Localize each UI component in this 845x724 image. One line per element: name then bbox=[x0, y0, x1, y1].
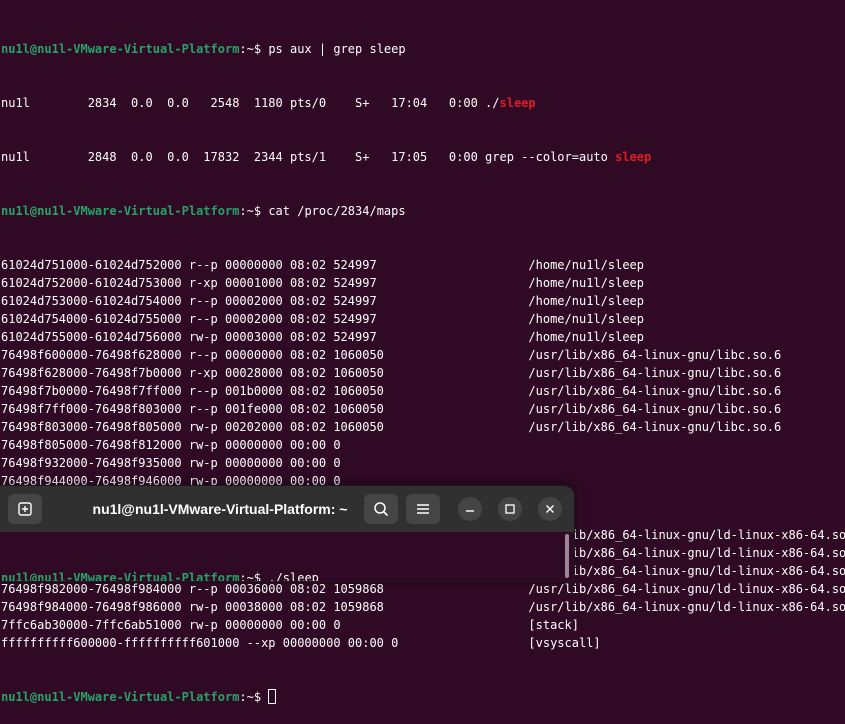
grep-match: sleep bbox=[615, 150, 652, 164]
maximize-icon bbox=[505, 504, 515, 514]
prompt-user: nu1l@nu1l-VMware-Virtual-Platform bbox=[1, 690, 240, 704]
new-tab-icon bbox=[17, 501, 33, 517]
title-bar[interactable]: nu1l@nu1l-VMware-Virtual-Platform: ~ bbox=[0, 486, 574, 532]
main-terminal-output[interactable]: nu1l@nu1l-VMware-Virtual-Platform:~$ ps … bbox=[1, 4, 845, 724]
ps-line-text: nu1l 2848 0.0 0.0 17832 2344 pts/1 S+ 17… bbox=[1, 150, 616, 164]
maximize-button[interactable] bbox=[498, 497, 522, 521]
maps-line: 76498f628000-76498f7b0000 r-xp 00028000 … bbox=[1, 366, 782, 380]
maps-line: 76498f7b0000-76498f7ff000 r--p 001b0000 … bbox=[1, 384, 782, 398]
maps-line: 61024d751000-61024d752000 r--p 00000000 … bbox=[1, 258, 644, 272]
maps-line: 76498f984000-76498f986000 rw-p 00038000 … bbox=[1, 600, 845, 614]
ps-line-text: nu1l 2834 0.0 0.0 2548 1180 pts/0 S+ 17:… bbox=[1, 96, 500, 110]
maps-line: 76498f803000-76498f805000 rw-p 00202000 … bbox=[1, 420, 782, 434]
prompt-path: :~$ bbox=[239, 204, 269, 218]
close-icon bbox=[545, 504, 555, 514]
command-text: ps aux | grep sleep bbox=[268, 42, 406, 56]
menu-button[interactable] bbox=[406, 494, 440, 524]
maps-line: 76498f600000-76498f628000 r--p 00000000 … bbox=[1, 348, 782, 362]
close-button[interactable] bbox=[538, 497, 562, 521]
prompt-line: nu1l@nu1l-VMware-Virtual-Platform:~$ bbox=[1, 688, 845, 706]
command-text: cat /proc/2834/maps bbox=[268, 204, 406, 218]
window-title: nu1l@nu1l-VMware-Virtual-Platform: ~ bbox=[92, 501, 348, 517]
maps-line: 61024d752000-61024d753000 r-xp 00001000 … bbox=[1, 276, 644, 290]
ps-output-line: nu1l 2834 0.0 0.0 2548 1180 pts/0 S+ 17:… bbox=[1, 94, 845, 112]
scrollbar[interactable] bbox=[565, 534, 569, 578]
maps-line: 7ffc6ab30000-7ffc6ab51000 rw-p 00000000 … bbox=[1, 618, 579, 632]
maps-line: 76498f7ff000-76498f803000 r--p 001fe000 … bbox=[1, 402, 782, 416]
maps-line: 76498f982000-76498f984000 r--p 00036000 … bbox=[1, 582, 845, 596]
prompt-path: :~$ bbox=[239, 690, 269, 704]
second-terminal-window[interactable]: nu1l@nu1l-VMware-Virtual-Platform: ~ nu1… bbox=[0, 486, 574, 581]
ps-output-line: nu1l 2848 0.0 0.0 17832 2344 pts/1 S+ 17… bbox=[1, 148, 845, 166]
maps-line: 61024d754000-61024d755000 r--p 00002000 … bbox=[1, 312, 644, 326]
minimize-button[interactable] bbox=[458, 497, 482, 521]
prompt-user: nu1l@nu1l-VMware-Virtual-Platform bbox=[1, 42, 240, 56]
command-text: ./sleep bbox=[268, 571, 319, 581]
maps-line: 76498f932000-76498f935000 rw-p 00000000 … bbox=[1, 456, 341, 470]
minimize-icon bbox=[465, 504, 475, 514]
text-cursor bbox=[268, 689, 277, 704]
search-icon bbox=[373, 501, 389, 517]
maps-line: 76498f805000-76498f812000 rw-p 00000000 … bbox=[1, 438, 341, 452]
prompt-path: :~$ bbox=[239, 571, 269, 581]
search-button[interactable] bbox=[364, 494, 398, 524]
second-terminal-output[interactable]: nu1l@nu1l-VMware-Virtual-Platform:~$ ./s… bbox=[1, 533, 561, 581]
grep-match: sleep bbox=[499, 96, 536, 110]
prompt-line: nu1l@nu1l-VMware-Virtual-Platform:~$ ./s… bbox=[1, 569, 561, 581]
new-tab-button[interactable] bbox=[8, 494, 42, 524]
prompt-user: nu1l@nu1l-VMware-Virtual-Platform bbox=[1, 571, 240, 581]
maps-line: 61024d755000-61024d756000 rw-p 00003000 … bbox=[1, 330, 644, 344]
prompt-line: nu1l@nu1l-VMware-Virtual-Platform:~$ cat… bbox=[1, 202, 845, 220]
hamburger-menu-icon bbox=[416, 503, 430, 515]
prompt-path: :~$ bbox=[239, 42, 269, 56]
maps-line: ffffffffff600000-ffffffffff601000 --xp 0… bbox=[1, 636, 601, 650]
prompt-user: nu1l@nu1l-VMware-Virtual-Platform bbox=[1, 204, 240, 218]
maps-line: 61024d753000-61024d754000 r--p 00002000 … bbox=[1, 294, 644, 308]
maps-output: 61024d751000-61024d752000 r--p 00000000 … bbox=[1, 256, 845, 652]
prompt-line: nu1l@nu1l-VMware-Virtual-Platform:~$ ps … bbox=[1, 40, 845, 58]
